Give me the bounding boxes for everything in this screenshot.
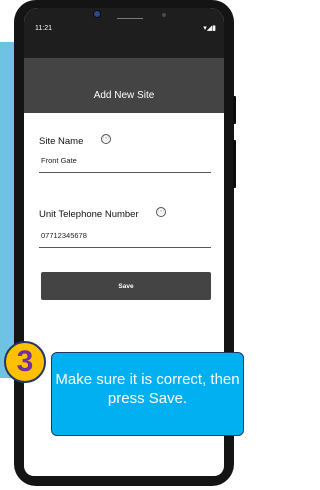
app-bar xyxy=(24,58,224,113)
tutorial-slide: 11:21 ▾◢▮ Add New Site Site Name ⓘ Front… xyxy=(0,0,247,490)
front-camera-icon xyxy=(94,11,100,17)
site-name-field[interactable]: Front Gate xyxy=(41,156,77,165)
site-name-underline xyxy=(39,172,211,173)
status-bar: 11:21 ▾◢▮ xyxy=(24,8,224,58)
unit-telephone-underline xyxy=(39,247,211,248)
unit-telephone-info-icon[interactable]: ⓘ xyxy=(156,207,166,217)
phone-power-button xyxy=(233,140,236,188)
phone-volume-button xyxy=(233,96,236,124)
proximity-sensor xyxy=(162,13,166,17)
callout-text: Make sure it is correct, then press Save… xyxy=(55,371,240,407)
status-time: 11:21 xyxy=(35,25,52,32)
step-number-badge: 3 xyxy=(4,341,46,383)
status-icons: ▾◢▮ xyxy=(203,25,216,32)
earpiece-speaker xyxy=(117,18,143,19)
site-name-info-icon[interactable]: ⓘ xyxy=(101,134,111,144)
site-name-label: Site Name xyxy=(39,136,84,147)
save-button[interactable]: Save xyxy=(41,272,211,300)
unit-telephone-label: Unit Telephone Number xyxy=(39,209,139,220)
page-title: Add New Site xyxy=(93,90,155,101)
unit-telephone-field[interactable]: 07712345678 xyxy=(41,231,87,240)
